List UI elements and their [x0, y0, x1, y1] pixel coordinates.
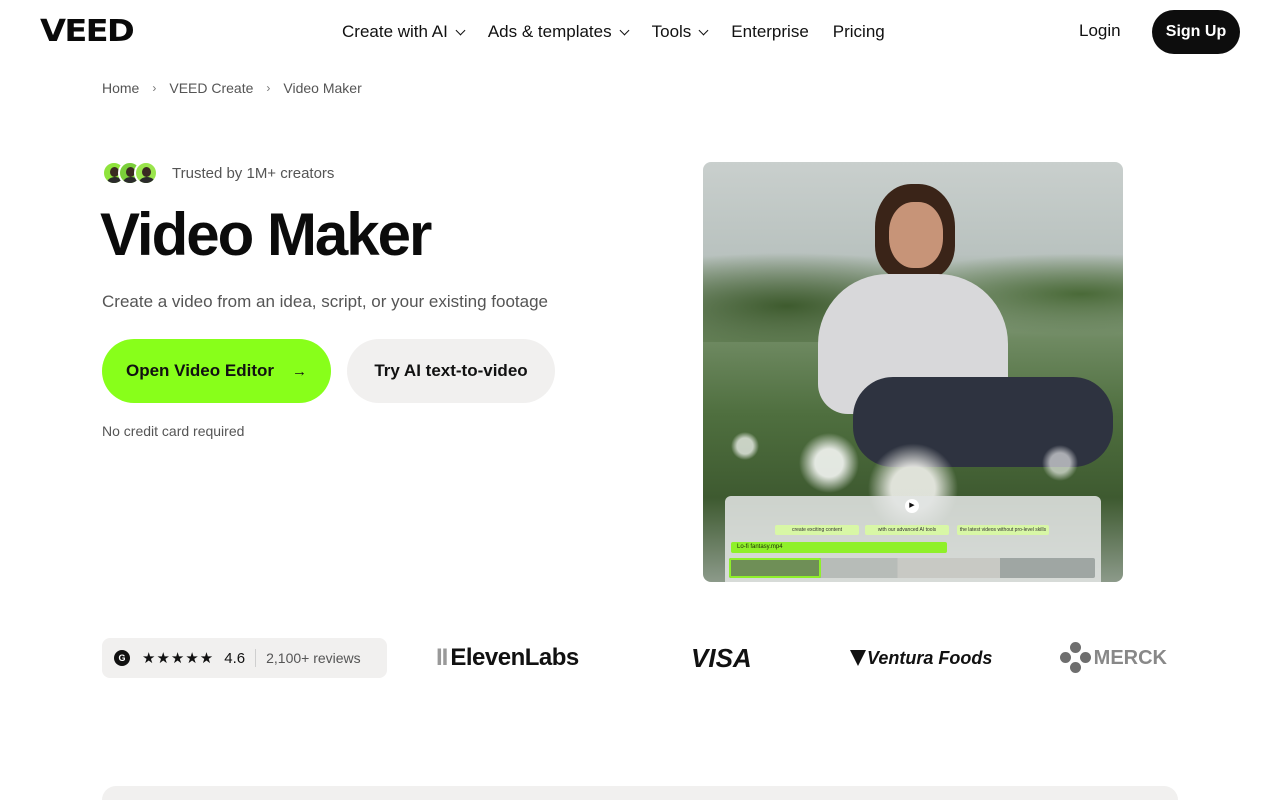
breadcrumb: Home › VEED Create › Video Maker	[102, 80, 362, 96]
trust-text: Trusted by 1M+ creators	[172, 164, 335, 182]
ventura-foods-wordmark: Ventura Foods	[867, 647, 993, 668]
menu-tools[interactable]: Tools	[651, 22, 709, 42]
veed-logo[interactable]: VEED	[40, 17, 135, 47]
no-credit-card-note: No credit card required	[102, 423, 245, 439]
next-section-card	[102, 786, 1178, 800]
main-menu: Create with AI Ads & templates Tools Ent…	[342, 20, 909, 44]
signup-button[interactable]: Sign Up	[1152, 10, 1240, 54]
g2-rating-badge[interactable]: G ★★★★★ 4.6 2,100+ reviews	[102, 638, 387, 678]
chevron-down-icon	[698, 25, 709, 35]
open-video-editor-label: Open Video Editor	[126, 361, 274, 380]
menu-pricing-label: Pricing	[832, 22, 885, 41]
rating-score: 4.6	[224, 649, 246, 667]
g2-icon: G	[114, 650, 130, 666]
hero-subtitle: Create a video from an idea, script, or …	[102, 292, 549, 311]
selected-clip	[729, 558, 821, 578]
chevron-right-icon: ›	[266, 81, 271, 95]
visa-logo: VISA	[691, 641, 752, 675]
menu-enterprise[interactable]: Enterprise	[731, 22, 808, 42]
review-count: 2,100+ reviews	[266, 650, 361, 666]
merck-wordmark: MERCK	[1093, 646, 1167, 669]
breadcrumb-home[interactable]: Home	[102, 80, 139, 96]
star-rating-icon: ★★★★★	[142, 650, 215, 667]
menu-enterprise-label: Enterprise	[731, 22, 809, 41]
caption-chip: the latest videos without pro-level skil…	[957, 525, 1049, 535]
merck-mark-icon	[1060, 642, 1091, 674]
arrow-right-icon: →	[291, 362, 307, 380]
trust-indicator: Trusted by 1M+ creators	[102, 161, 334, 185]
hero-image: ▶ create exciting content with our advan…	[703, 162, 1123, 582]
menu-ads-templates-label: Ads & templates	[487, 22, 612, 41]
editor-toolbar: ▶	[725, 496, 1101, 516]
merck-logo: MERCK	[1060, 641, 1167, 675]
try-ai-text-to-video-button[interactable]: Try AI text-to-video	[347, 339, 555, 403]
avatar	[134, 161, 158, 185]
ventura-mark-icon	[850, 650, 866, 666]
breadcrumb-veed-create[interactable]: VEED Create	[169, 80, 253, 96]
editor-preview-panel: ▶ create exciting content with our advan…	[725, 496, 1101, 582]
caption-chip: with our advanced AI tools	[865, 525, 949, 535]
menu-ads-templates[interactable]: Ads & templates	[487, 22, 630, 42]
caption-chip: create exciting content	[775, 525, 859, 535]
page-title: Video Maker	[100, 201, 432, 268]
elevenlabs-wordmark: ElevenLabs	[450, 644, 579, 671]
elevenlabs-mark-icon: II	[436, 644, 448, 671]
top-nav: VEED Create with AI Ads & templates Tool…	[0, 0, 1280, 64]
menu-pricing[interactable]: Pricing	[833, 22, 885, 42]
menu-tools-label: Tools	[651, 22, 692, 41]
menu-create-with-ai[interactable]: Create with AI	[342, 22, 466, 42]
chevron-down-icon	[455, 25, 466, 35]
menu-create-with-ai-label: Create with AI	[342, 22, 448, 41]
audio-track: Lo-fi fantasy.mp4	[731, 542, 947, 553]
breadcrumb-current: Video Maker	[283, 80, 362, 96]
visa-wordmark: VISA	[691, 642, 752, 673]
open-video-editor-button[interactable]: Open Video Editor →	[102, 339, 331, 403]
person-face	[889, 202, 943, 268]
login-link[interactable]: Login	[1079, 21, 1121, 41]
chevron-right-icon: ›	[152, 81, 157, 95]
avatar-group	[102, 161, 158, 185]
play-icon: ▶	[905, 499, 919, 513]
ventura-foods-logo: Ventura Foods	[850, 641, 992, 675]
elevenlabs-logo: II ElevenLabs	[436, 641, 579, 675]
chevron-down-icon	[619, 25, 630, 35]
divider	[255, 649, 257, 667]
